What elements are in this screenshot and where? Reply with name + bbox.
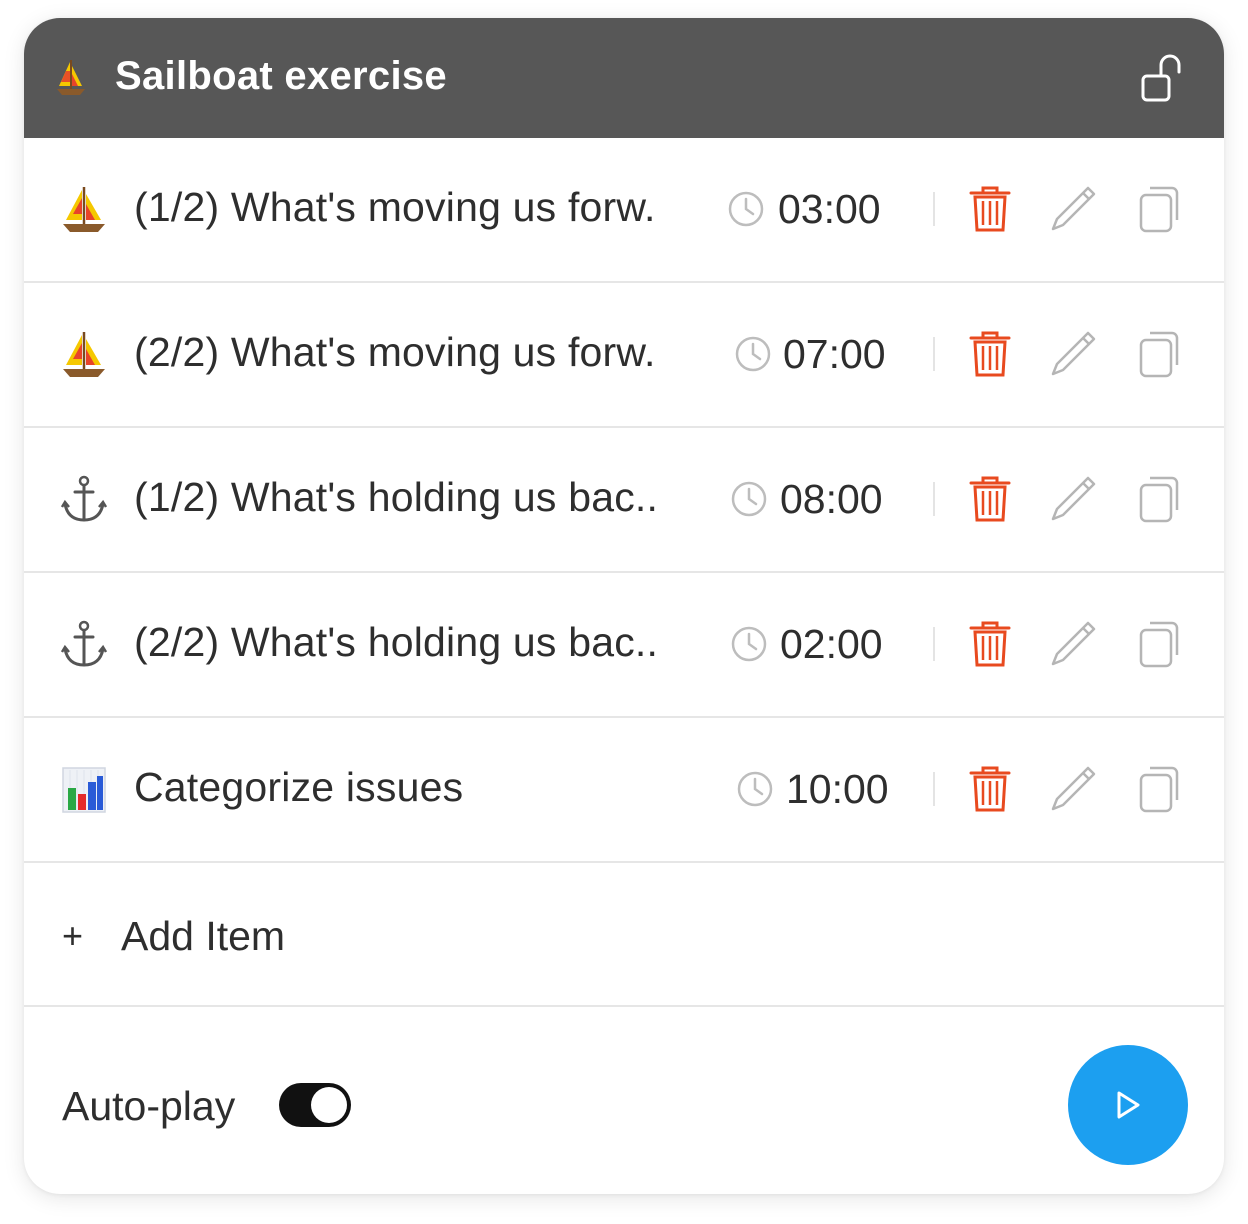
trash-icon[interactable] — [968, 474, 1012, 524]
autoplay-label: Auto-play — [62, 1083, 236, 1129]
trash-icon[interactable] — [968, 764, 1012, 814]
clock-icon — [731, 481, 767, 517]
item-duration: 02:00 — [780, 621, 883, 667]
pencil-icon[interactable] — [1048, 764, 1098, 814]
sailboat-icon — [63, 187, 105, 232]
divider — [933, 772, 935, 806]
bar-chart-icon — [62, 767, 106, 813]
add-item-button[interactable]: + Add Item — [24, 863, 1224, 1007]
play-icon — [1117, 1091, 1140, 1119]
item-duration: 03:00 — [778, 186, 881, 232]
anchor-icon — [60, 475, 108, 522]
clock-icon — [731, 626, 767, 662]
agenda-panel: Sailboat exercise (1/2) What's moving us… — [24, 18, 1224, 1194]
sailboat-icon — [63, 332, 105, 377]
pencil-icon[interactable] — [1048, 184, 1098, 234]
divider — [933, 337, 935, 371]
play-button[interactable] — [1068, 1045, 1188, 1165]
trash-icon[interactable] — [968, 184, 1012, 234]
add-item-label: Add Item — [121, 913, 286, 959]
anchor-icon — [60, 620, 108, 667]
unlock-icon[interactable] — [1140, 52, 1184, 104]
trash-icon[interactable] — [968, 329, 1012, 379]
sailboat-emoji-icon — [57, 60, 85, 95]
panel-header: Sailboat exercise — [24, 18, 1224, 138]
copy-icon[interactable] — [1138, 475, 1180, 523]
agenda-item[interactable]: (2/2) What's moving us forw. 07:00 — [24, 283, 1224, 428]
clock-icon — [728, 191, 764, 227]
divider — [933, 192, 935, 226]
pencil-icon[interactable] — [1048, 619, 1098, 669]
divider — [933, 627, 935, 661]
copy-icon[interactable] — [1138, 185, 1180, 233]
item-title: (2/2) What's holding us bac.. — [134, 619, 659, 665]
item-title: Categorize issues — [134, 764, 464, 810]
copy-icon[interactable] — [1138, 765, 1180, 813]
agenda-item[interactable]: (1/2) What's moving us forw. 03:00 — [24, 138, 1224, 283]
pencil-icon[interactable] — [1048, 329, 1098, 379]
panel-footer: Auto-play — [24, 1007, 1224, 1194]
item-title: (1/2) What's holding us bac.. — [134, 474, 659, 520]
autoplay-toggle[interactable] — [279, 1083, 351, 1127]
pencil-icon[interactable] — [1048, 474, 1098, 524]
item-title: (2/2) What's moving us forw. — [134, 329, 656, 375]
agenda-item[interactable]: (2/2) What's holding us bac.. 02:00 — [24, 573, 1224, 718]
item-duration: 10:00 — [786, 766, 889, 812]
item-title: (1/2) What's moving us forw. — [134, 184, 656, 230]
agenda-item[interactable]: Categorize issues 10:00 — [24, 718, 1224, 863]
clock-icon — [735, 336, 771, 372]
divider — [933, 482, 935, 516]
item-duration: 07:00 — [783, 331, 886, 377]
plus-icon: + — [62, 915, 84, 956]
page-title: Sailboat exercise — [115, 54, 447, 98]
toggle-knob — [311, 1087, 347, 1123]
agenda-item[interactable]: (1/2) What's holding us bac.. 08:00 — [24, 428, 1224, 573]
copy-icon[interactable] — [1138, 330, 1180, 378]
trash-icon[interactable] — [968, 619, 1012, 669]
clock-icon — [737, 771, 773, 807]
copy-icon[interactable] — [1138, 620, 1180, 668]
item-duration: 08:00 — [780, 476, 883, 522]
